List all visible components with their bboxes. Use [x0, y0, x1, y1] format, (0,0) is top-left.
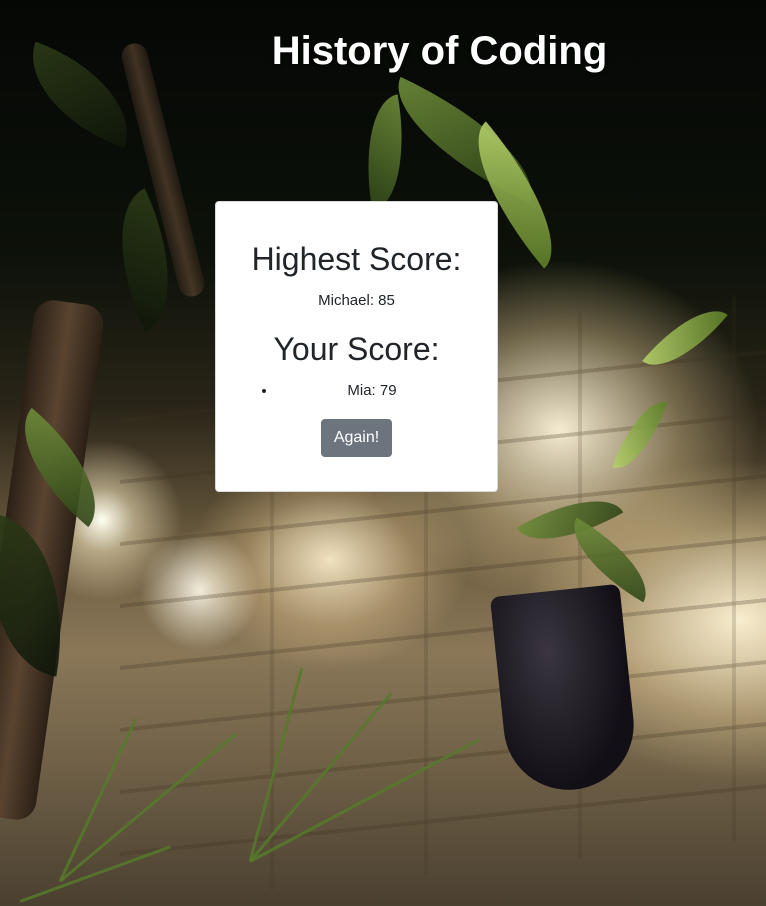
your-score-entry: Mia: 79	[277, 381, 497, 401]
highest-score-heading: Highest Score:	[251, 241, 462, 277]
your-score-list: Mia: 79	[216, 381, 497, 401]
highest-score-entry: Michael: 85	[318, 292, 395, 309]
your-score-heading: Your Score:	[273, 331, 440, 367]
scoreboard-card: Highest Score: Michael: 85 Your Score: M…	[215, 201, 498, 492]
again-button[interactable]: Again!	[321, 419, 392, 457]
page-title: History of Coding	[271, 29, 608, 73]
